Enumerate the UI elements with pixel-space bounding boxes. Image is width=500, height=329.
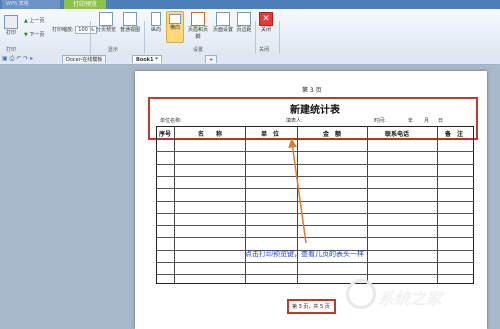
source-label: 头条号 / 淘多折 <box>410 310 466 319</box>
watermark-logo <box>346 279 376 309</box>
watermark-text: 系统之家 <box>378 289 443 308</box>
annotation-text: 点击打印预览键，查看几页的表头一样 <box>245 250 364 258</box>
page-footer: 第 3 页，共 5 页 <box>292 304 330 310</box>
annotation-arrow <box>288 138 307 244</box>
